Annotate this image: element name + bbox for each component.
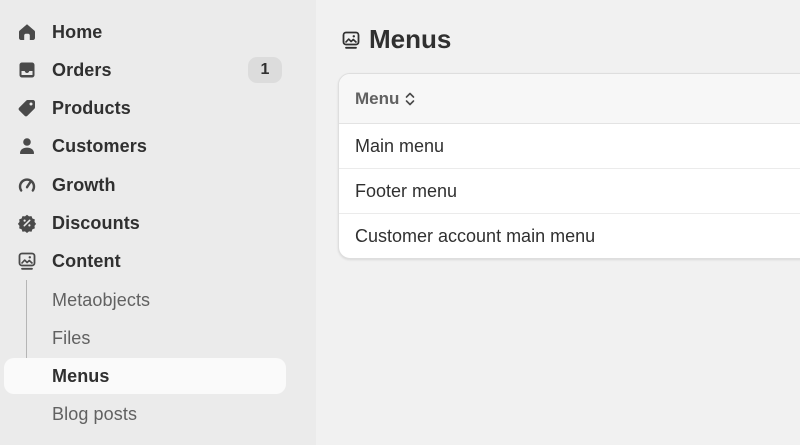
menus-table: Menu Main menu Footer menu Customer acco… — [338, 73, 800, 259]
sidebar-item-content[interactable]: Content — [4, 243, 286, 279]
sidebar-item-label: Products — [52, 97, 131, 118]
sidebar-item-customers[interactable]: Customers — [4, 128, 286, 164]
image-icon — [341, 30, 361, 50]
sidebar-item-label: Orders — [52, 59, 112, 80]
sidebar-item-label: Customers — [52, 135, 147, 156]
page-title: Menus — [341, 24, 451, 55]
page-title-text: Menus — [369, 24, 452, 54]
sidebar-item-label: Menus — [52, 365, 110, 386]
image-icon — [17, 251, 37, 271]
sidebar-item-label: Growth — [52, 174, 116, 195]
sidebar-item-products[interactable]: Products — [4, 90, 286, 126]
sidebar-item-orders[interactable]: Orders 1 — [4, 52, 286, 88]
gauge-icon — [17, 175, 37, 195]
table-row[interactable]: Footer menu — [339, 169, 800, 214]
tag-icon — [17, 98, 37, 118]
sidebar-item-label: Blog posts — [52, 403, 138, 424]
table-row[interactable]: Customer account main menu — [339, 214, 800, 258]
sidebar-item-blog-posts[interactable]: Blog posts — [4, 396, 286, 432]
sidebar-item-growth[interactable]: Growth — [4, 167, 286, 203]
sidebar-item-label: Discounts — [52, 212, 140, 233]
table-header[interactable]: Menu — [339, 74, 800, 124]
discount-badge-icon — [17, 213, 37, 233]
column-header-menu[interactable]: Menu — [355, 89, 399, 109]
sidebar-item-label: Home — [52, 21, 103, 42]
main-content: Menus Menu Main menu Footer menu Custome… — [316, 0, 800, 445]
sidebar-item-metaobjects[interactable]: Metaobjects — [4, 282, 286, 318]
sidebar-item-files[interactable]: Files — [4, 320, 286, 356]
table-row[interactable]: Main menu — [339, 124, 800, 169]
orders-count-badge: 1 — [248, 57, 282, 83]
sidebar-item-menus[interactable]: Menus — [4, 358, 286, 394]
person-icon — [17, 136, 37, 156]
sidebar-item-label: Files — [52, 327, 91, 348]
sidebar-item-discounts[interactable]: Discounts — [4, 205, 286, 241]
home-icon — [17, 22, 37, 42]
sidebar-item-home[interactable]: Home — [4, 14, 286, 50]
sidebar-item-label: Metaobjects — [52, 289, 151, 310]
inbox-icon — [17, 60, 37, 80]
sort-icon[interactable] — [404, 90, 416, 108]
sidebar: Home Orders 1 Products Customers Growth … — [0, 0, 316, 445]
sidebar-item-label: Content — [52, 250, 121, 271]
